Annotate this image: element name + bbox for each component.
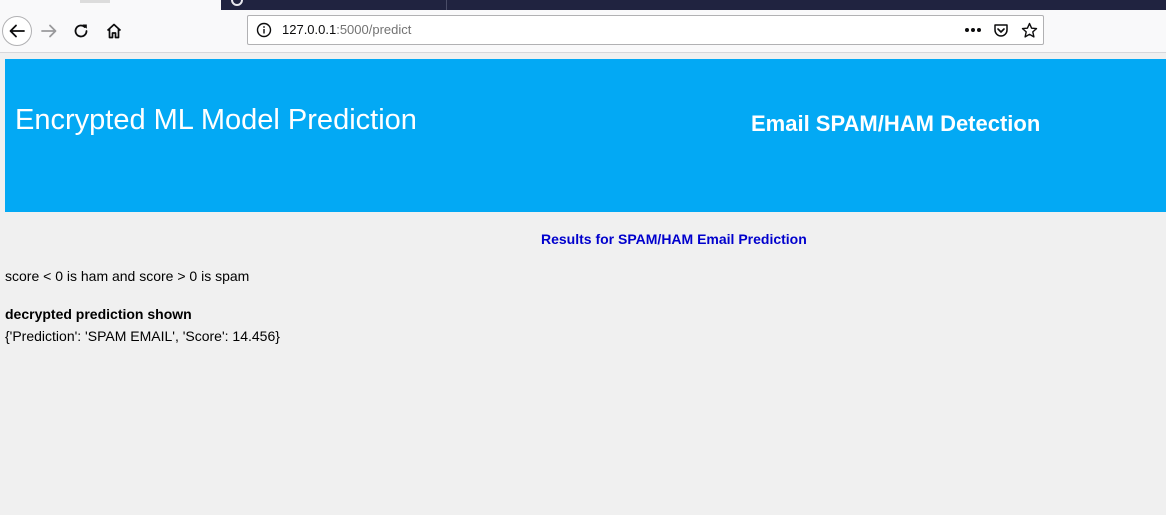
tab-strip [0,0,1166,10]
home-icon [106,23,122,39]
home-button[interactable] [99,16,129,46]
tab-divider [446,0,447,10]
results-heading: Results for SPAM/HAM Email Prediction [541,231,807,247]
url-path: :5000/predict [336,22,412,37]
info-icon[interactable] [256,22,272,38]
prediction-output: {'Prediction': 'SPAM EMAIL', 'Score': 14… [5,328,280,344]
ellipsis-icon [965,28,981,32]
forward-arrow-icon [41,24,57,38]
url-host: 127.0.0.1 [282,22,337,37]
reload-button[interactable] [66,16,96,46]
page-title: Encrypted ML Model Prediction [15,104,417,136]
pocket-icon [994,24,1008,37]
url-actions [963,20,1039,40]
bookmark-button[interactable] [1019,20,1039,40]
reload-icon [74,24,88,38]
url-text[interactable]: 127.0.0.1:5000/predict [282,16,411,44]
score-explanation: score < 0 is ham and score > 0 is spam [5,268,250,284]
tab-favicon-icon [231,0,243,6]
pocket-button[interactable] [991,20,1011,40]
decrypted-prediction-label: decrypted prediction shown [5,306,192,322]
url-bar[interactable]: 127.0.0.1:5000/predict [247,15,1044,45]
page-actions-button[interactable] [963,20,983,40]
forward-button[interactable] [34,16,64,46]
header-banner: Encrypted ML Model Prediction Email SPAM… [5,59,1166,212]
star-icon [1021,22,1037,38]
browser-toolbar: 127.0.0.1:5000/predict [0,10,1166,53]
tab-current[interactable] [80,0,110,3]
back-arrow-icon [9,24,25,38]
tab-background[interactable] [221,0,1166,10]
page-subtitle: Email SPAM/HAM Detection [751,111,1041,136]
back-button[interactable] [2,16,32,46]
